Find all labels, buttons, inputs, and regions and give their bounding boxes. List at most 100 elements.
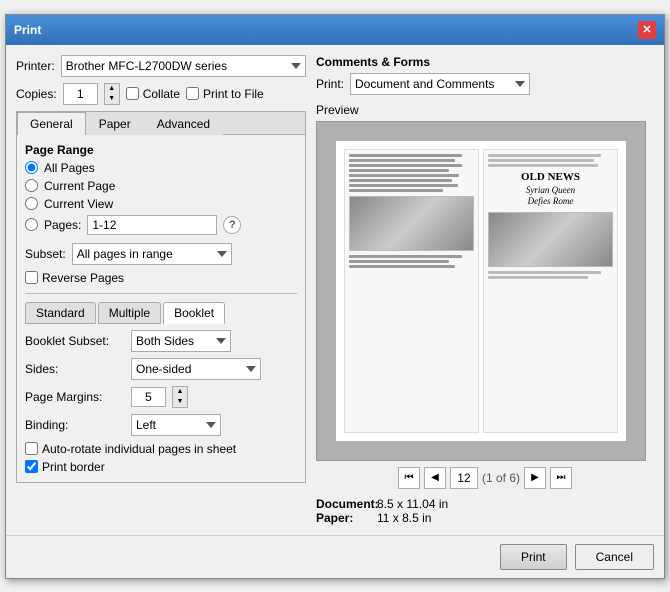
r-text-line-2: [488, 159, 594, 162]
document-info-label: Document:: [316, 497, 371, 511]
printer-label: Printer:: [16, 59, 55, 73]
comments-forms-heading: Comments & Forms: [316, 55, 654, 69]
binding-row: Binding: Left: [25, 414, 297, 436]
page-of-label: (1 of 6): [482, 471, 520, 485]
pages-help-icon[interactable]: ?: [223, 216, 241, 234]
title-bar: Print ✕: [6, 15, 664, 45]
preview-image-left: [349, 196, 474, 251]
text-line-8: [349, 189, 443, 192]
booklet-subset-select[interactable]: Both Sides: [131, 330, 231, 352]
all-pages-radio[interactable]: [25, 161, 38, 174]
page-range-group: All Pages Current Page Current View: [25, 161, 297, 235]
sides-select[interactable]: One-sided: [131, 358, 261, 380]
left-text-lines: [349, 154, 474, 192]
text-line-9: [349, 255, 462, 258]
sub-tab-standard[interactable]: Standard: [25, 302, 96, 324]
text-line-11: [349, 265, 455, 268]
nav-last-button[interactable]: ⏭: [550, 467, 572, 489]
margins-down-button[interactable]: ▼: [173, 397, 187, 407]
preview-label: Preview: [316, 103, 654, 117]
reverse-pages-checkbox[interactable]: [25, 271, 38, 284]
collate-checkbox[interactable]: [126, 87, 139, 100]
r-text-line-5: [488, 276, 588, 279]
nav-first-button[interactable]: ⏮: [398, 467, 420, 489]
tabs-header: General Paper Advanced: [17, 112, 305, 135]
right-text-lines-bottom: [488, 271, 613, 279]
current-view-radio[interactable]: [25, 197, 38, 210]
divider: [25, 293, 297, 294]
text-line-6: [349, 179, 452, 182]
current-page-row: Current Page: [25, 179, 297, 193]
print-dialog: Print ✕ Printer: Brother MFC-L2700DW ser…: [5, 14, 665, 579]
nav-prev-button[interactable]: ◀: [424, 467, 446, 489]
nav-next-button[interactable]: ▶: [524, 467, 546, 489]
copies-down-button[interactable]: ▼: [105, 94, 119, 104]
copies-label: Copies:: [16, 87, 57, 101]
copies-row: Copies: ▲ ▼ Collate Print to File: [16, 83, 306, 105]
tab-advanced[interactable]: Advanced: [144, 112, 223, 135]
auto-rotate-label[interactable]: Auto-rotate individual pages in sheet: [25, 442, 297, 456]
r-text-line-1: [488, 154, 601, 157]
subset-select[interactable]: All pages in range: [72, 243, 232, 265]
bottom-buttons: Print Cancel: [6, 535, 664, 578]
preview-left-page: [344, 149, 479, 433]
page-range-heading: Page Range: [25, 143, 297, 157]
printer-select[interactable]: Brother MFC-L2700DW series: [61, 55, 306, 77]
left-text-lines-2: [349, 255, 474, 268]
booklet-content: Booklet Subset: Both Sides Sides: One-si…: [25, 330, 297, 474]
auto-rotate-checkbox[interactable]: [25, 442, 38, 455]
dialog-title: Print: [14, 23, 41, 37]
print-select[interactable]: Document and Comments: [350, 73, 530, 95]
print-to-file-label[interactable]: Print to File: [186, 87, 264, 101]
pages-label: Pages:: [44, 218, 81, 232]
left-panel: Printer: Brother MFC-L2700DW series Copi…: [16, 55, 306, 525]
text-line-3: [349, 164, 462, 167]
preview-inner: OLD NEWS Syrian Queen Defies Rome: [336, 141, 626, 441]
preview-right-page: OLD NEWS Syrian Queen Defies Rome: [483, 149, 618, 433]
preview-headline: OLD NEWS: [488, 171, 613, 183]
page-number-input[interactable]: [450, 467, 478, 489]
sub-tab-multiple[interactable]: Multiple: [98, 302, 161, 324]
right-text-lines-top: [488, 154, 613, 167]
close-button[interactable]: ✕: [638, 21, 656, 39]
copies-up-button[interactable]: ▲: [105, 84, 119, 94]
margins-row: Page Margins: ▲ ▼: [25, 386, 297, 408]
tabs-container: General Paper Advanced Page Range All Pa…: [16, 111, 306, 483]
sub-tabs-header: Standard Multiple Booklet: [25, 302, 297, 324]
print-button[interactable]: Print: [500, 544, 567, 570]
print-border-checkbox[interactable]: [25, 460, 38, 473]
print-border-label[interactable]: Print border: [25, 460, 297, 474]
text-line-7: [349, 184, 458, 187]
margins-up-button[interactable]: ▲: [173, 387, 187, 397]
margins-input[interactable]: [131, 387, 166, 407]
tab-general[interactable]: General: [17, 112, 86, 135]
booklet-subset-row: Booklet Subset: Both Sides: [25, 330, 297, 352]
text-line-5: [349, 174, 459, 177]
pages-row: Pages: ?: [25, 215, 297, 235]
pages-input[interactable]: [87, 215, 217, 235]
tab-content-general: Page Range All Pages Current Page Cur: [17, 135, 305, 482]
print-to-file-checkbox[interactable]: [186, 87, 199, 100]
sub-tab-booklet[interactable]: Booklet: [163, 302, 225, 324]
binding-select[interactable]: Left: [131, 414, 221, 436]
collate-checkbox-label[interactable]: Collate: [126, 87, 180, 101]
all-pages-label: All Pages: [44, 161, 95, 175]
subset-label: Subset:: [25, 247, 66, 261]
right-panel: Comments & Forms Print: Document and Com…: [316, 55, 654, 525]
comments-forms-section: Comments & Forms Print: Document and Com…: [316, 55, 654, 95]
cancel-button[interactable]: Cancel: [575, 544, 654, 570]
copies-input[interactable]: [63, 83, 98, 105]
reverse-pages-label[interactable]: Reverse Pages: [25, 271, 297, 285]
tab-paper[interactable]: Paper: [86, 112, 144, 135]
pages-radio[interactable]: [25, 218, 38, 231]
print-to-file-text: Print to File: [203, 87, 264, 101]
text-line-4: [349, 169, 449, 172]
collate-label: Collate: [143, 87, 180, 101]
text-line-1: [349, 154, 462, 157]
r-text-line-3: [488, 164, 598, 167]
preview-box: OLD NEWS Syrian Queen Defies Rome: [316, 121, 646, 461]
current-page-radio[interactable]: [25, 179, 38, 192]
doc-info-paper-row: Paper: 11 x 8.5 in: [316, 511, 654, 525]
comments-row: Print: Document and Comments: [316, 73, 654, 95]
paper-info-value: 11 x 8.5 in: [377, 511, 431, 525]
